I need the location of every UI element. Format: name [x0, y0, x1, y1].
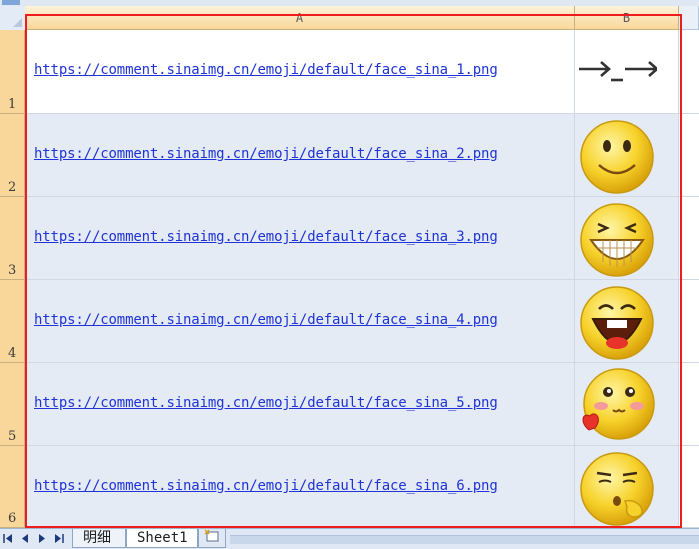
- cell-c3[interactable]: [679, 197, 699, 280]
- insert-sheet-icon: [204, 529, 219, 542]
- cell-c2[interactable]: [679, 114, 699, 197]
- cell-c5[interactable]: [679, 363, 699, 446]
- sheet-tab-sheet1[interactable]: Sheet1: [126, 529, 198, 548]
- cell-a5[interactable]: https://comment.sinaimg.cn/emoji/default…: [25, 363, 575, 446]
- cell-b6[interactable]: [575, 446, 679, 528]
- url-link[interactable]: https://comment.sinaimg.cn/emoji/default…: [34, 229, 498, 245]
- laugh-face-icon: [580, 286, 654, 360]
- cell-a4[interactable]: https://comment.sinaimg.cn/emoji/default…: [25, 280, 575, 363]
- cell-c4[interactable]: [679, 280, 699, 363]
- smile-face-icon: [580, 120, 654, 194]
- cell-b2[interactable]: [575, 114, 679, 197]
- url-link[interactable]: https://comment.sinaimg.cn/emoji/default…: [34, 146, 498, 162]
- horizontal-scrollbar[interactable]: [230, 535, 699, 544]
- row-number: 3: [8, 263, 17, 278]
- row-header-1[interactable]: 1: [0, 30, 25, 114]
- row-header-6[interactable]: 6: [0, 446, 25, 528]
- row-number: 2: [8, 180, 17, 195]
- row-number: 1: [8, 97, 17, 112]
- arrow-face-icon: [579, 61, 657, 82]
- sheet-tab-bar: 明细 Sheet1: [0, 528, 699, 549]
- column-header-c[interactable]: [679, 6, 699, 30]
- cell-c1[interactable]: [679, 30, 699, 114]
- row-header-5[interactable]: 5: [0, 363, 25, 446]
- cell-a2[interactable]: https://comment.sinaimg.cn/emoji/default…: [25, 114, 575, 197]
- insert-sheet-tab[interactable]: [198, 529, 226, 548]
- row-number: 6: [8, 511, 17, 526]
- shush-face-icon: [580, 452, 654, 526]
- cell-b5[interactable]: [575, 363, 679, 446]
- next-sheet-icon[interactable]: [36, 532, 47, 545]
- sheet-tab-mingxi[interactable]: 明细: [72, 529, 126, 548]
- cell-a1[interactable]: https://comment.sinaimg.cn/emoji/default…: [25, 30, 575, 114]
- last-sheet-icon[interactable]: [53, 532, 64, 545]
- column-header-a[interactable]: A: [25, 6, 575, 30]
- url-link[interactable]: https://comment.sinaimg.cn/emoji/default…: [34, 312, 498, 328]
- cell-b1[interactable]: [575, 30, 679, 114]
- row-header-2[interactable]: 2: [0, 114, 25, 197]
- cell-a3[interactable]: https://comment.sinaimg.cn/emoji/default…: [25, 197, 575, 280]
- first-sheet-icon[interactable]: [2, 532, 13, 545]
- cell-a6[interactable]: https://comment.sinaimg.cn/emoji/default…: [25, 446, 575, 528]
- toolbar-marker: [2, 0, 20, 5]
- prev-sheet-icon[interactable]: [19, 532, 30, 545]
- cell-c6[interactable]: [679, 446, 699, 528]
- column-header-b[interactable]: B: [575, 6, 679, 30]
- cell-b3[interactable]: [575, 197, 679, 280]
- row-number: 5: [8, 429, 17, 444]
- row-number: 4: [8, 346, 17, 361]
- grin-face-icon: [580, 203, 654, 277]
- row-header-4[interactable]: 4: [0, 280, 25, 363]
- url-link[interactable]: https://comment.sinaimg.cn/emoji/default…: [34, 395, 498, 411]
- cell-b4[interactable]: [575, 280, 679, 363]
- url-link[interactable]: https://comment.sinaimg.cn/emoji/default…: [34, 478, 498, 494]
- love-face-icon: [582, 368, 655, 440]
- row-header-3[interactable]: 3: [0, 197, 25, 280]
- select-all-corner[interactable]: [0, 6, 26, 31]
- url-link[interactable]: https://comment.sinaimg.cn/emoji/default…: [34, 62, 498, 78]
